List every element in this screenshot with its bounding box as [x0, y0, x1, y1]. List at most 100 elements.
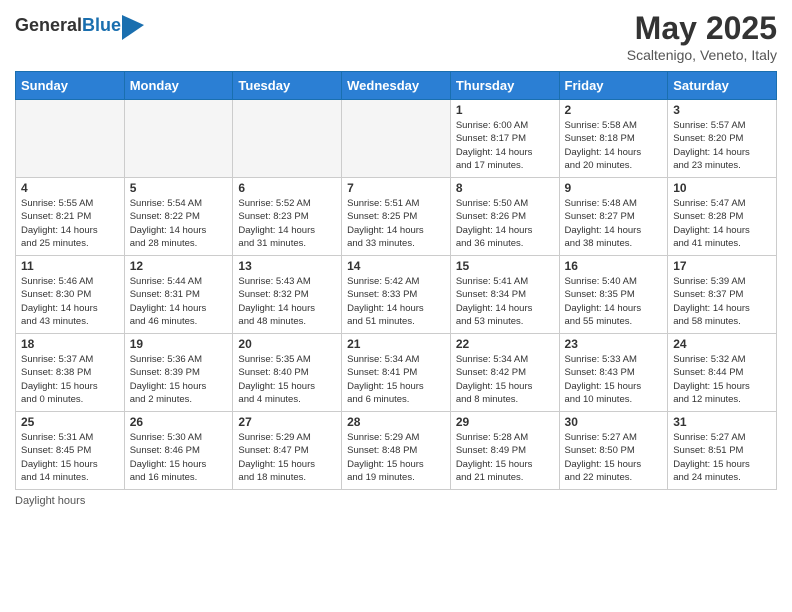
day-number: 4 [21, 181, 119, 195]
calendar-cell: 12 Sunrise: 5:44 AM Sunset: 8:31 PM Dayli… [124, 256, 233, 334]
day-number: 27 [238, 415, 336, 429]
day-number: 2 [565, 103, 663, 117]
day-number: 11 [21, 259, 119, 273]
day-info: Sunrise: 5:32 AM Sunset: 8:44 PM Dayligh… [673, 353, 771, 406]
day-number: 10 [673, 181, 771, 195]
day-info: Sunrise: 6:00 AM Sunset: 8:17 PM Dayligh… [456, 119, 554, 172]
day-info: Sunrise: 5:55 AM Sunset: 8:21 PM Dayligh… [21, 197, 119, 250]
week-row-4: 18 Sunrise: 5:37 AM Sunset: 8:38 PM Dayli… [16, 334, 777, 412]
day-info: Sunrise: 5:46 AM Sunset: 8:30 PM Dayligh… [21, 275, 119, 328]
day-number: 22 [456, 337, 554, 351]
calendar-cell: 11 Sunrise: 5:46 AM Sunset: 8:30 PM Dayli… [16, 256, 125, 334]
day-header-friday: Friday [559, 72, 668, 100]
day-info: Sunrise: 5:50 AM Sunset: 8:26 PM Dayligh… [456, 197, 554, 250]
calendar-cell: 25 Sunrise: 5:31 AM Sunset: 8:45 PM Dayli… [16, 412, 125, 490]
day-header-thursday: Thursday [450, 72, 559, 100]
day-info: Sunrise: 5:54 AM Sunset: 8:22 PM Dayligh… [130, 197, 228, 250]
calendar-cell [16, 100, 125, 178]
day-number: 29 [456, 415, 554, 429]
calendar-cell: 5Sunrise: 5:54 AM Sunset: 8:22 PM Daylig… [124, 178, 233, 256]
day-number: 24 [673, 337, 771, 351]
day-number: 3 [673, 103, 771, 117]
page-header: GeneralBlue May 2025 Scaltenigo, Veneto,… [15, 10, 777, 63]
day-number: 7 [347, 181, 445, 195]
day-info: Sunrise: 5:57 AM Sunset: 8:20 PM Dayligh… [673, 119, 771, 172]
calendar-cell: 15 Sunrise: 5:41 AM Sunset: 8:34 PM Dayli… [450, 256, 559, 334]
day-info: Sunrise: 5:47 AM Sunset: 8:28 PM Dayligh… [673, 197, 771, 250]
day-info: Sunrise: 5:29 AM Sunset: 8:47 PM Dayligh… [238, 431, 336, 484]
calendar-cell: 1 Sunrise: 6:00 AM Sunset: 8:17 PM Daylig… [450, 100, 559, 178]
week-row-3: 11 Sunrise: 5:46 AM Sunset: 8:30 PM Dayli… [16, 256, 777, 334]
day-info: Sunrise: 5:34 AM Sunset: 8:41 PM Dayligh… [347, 353, 445, 406]
day-info: Sunrise: 5:37 AM Sunset: 8:38 PM Dayligh… [21, 353, 119, 406]
day-number: 31 [673, 415, 771, 429]
day-info: Sunrise: 5:29 AM Sunset: 8:48 PM Dayligh… [347, 431, 445, 484]
day-info: Sunrise: 5:36 AM Sunset: 8:39 PM Dayligh… [130, 353, 228, 406]
calendar-cell: 17 Sunrise: 5:39 AM Sunset: 8:37 PM Dayli… [668, 256, 777, 334]
calendar-cell [342, 100, 451, 178]
location: Scaltenigo, Veneto, Italy [627, 47, 777, 63]
calendar-cell [124, 100, 233, 178]
day-info: Sunrise: 5:27 AM Sunset: 8:51 PM Dayligh… [673, 431, 771, 484]
day-info: Sunrise: 5:39 AM Sunset: 8:37 PM Dayligh… [673, 275, 771, 328]
day-info: Sunrise: 5:43 AM Sunset: 8:32 PM Dayligh… [238, 275, 336, 328]
calendar-cell: 4 Sunrise: 5:55 AM Sunset: 8:21 PM Daylig… [16, 178, 125, 256]
calendar-cell: 13 Sunrise: 5:43 AM Sunset: 8:32 PM Dayli… [233, 256, 342, 334]
day-info: Sunrise: 5:58 AM Sunset: 8:18 PM Dayligh… [565, 119, 663, 172]
day-header-tuesday: Tuesday [233, 72, 342, 100]
calendar-cell: 20Sunrise: 5:35 AM Sunset: 8:40 PM Dayli… [233, 334, 342, 412]
calendar-cell: 2 Sunrise: 5:58 AM Sunset: 8:18 PM Daylig… [559, 100, 668, 178]
day-info: Sunrise: 5:34 AM Sunset: 8:42 PM Dayligh… [456, 353, 554, 406]
calendar-cell: 7 Sunrise: 5:51 AM Sunset: 8:25 PM Daylig… [342, 178, 451, 256]
calendar-cell: 22 Sunrise: 5:34 AM Sunset: 8:42 PM Dayli… [450, 334, 559, 412]
week-row-2: 4 Sunrise: 5:55 AM Sunset: 8:21 PM Daylig… [16, 178, 777, 256]
day-number: 15 [456, 259, 554, 273]
day-info: Sunrise: 5:40 AM Sunset: 8:35 PM Dayligh… [565, 275, 663, 328]
day-header-monday: Monday [124, 72, 233, 100]
day-info: Sunrise: 5:31 AM Sunset: 8:45 PM Dayligh… [21, 431, 119, 484]
day-info: Sunrise: 5:41 AM Sunset: 8:34 PM Dayligh… [456, 275, 554, 328]
calendar-cell [233, 100, 342, 178]
calendar-cell: 16 Sunrise: 5:40 AM Sunset: 8:35 PM Dayli… [559, 256, 668, 334]
day-number: 25 [21, 415, 119, 429]
day-number: 17 [673, 259, 771, 273]
day-info: Sunrise: 5:51 AM Sunset: 8:25 PM Dayligh… [347, 197, 445, 250]
day-number: 12 [130, 259, 228, 273]
day-info: Sunrise: 5:42 AM Sunset: 8:33 PM Dayligh… [347, 275, 445, 328]
day-number: 14 [347, 259, 445, 273]
day-number: 16 [565, 259, 663, 273]
calendar-cell: 30 Sunrise: 5:27 AM Sunset: 8:50 PM Dayli… [559, 412, 668, 490]
day-number: 1 [456, 103, 554, 117]
calendar-cell: 19 Sunrise: 5:36 AM Sunset: 8:39 PM Dayli… [124, 334, 233, 412]
calendar-cell: 29 Sunrise: 5:28 AM Sunset: 8:49 PM Dayli… [450, 412, 559, 490]
day-info: Sunrise: 5:35 AM Sunset: 8:40 PM Dayligh… [238, 353, 336, 406]
week-row-1: 1 Sunrise: 6:00 AM Sunset: 8:17 PM Daylig… [16, 100, 777, 178]
day-number: 18 [21, 337, 119, 351]
day-number: 28 [347, 415, 445, 429]
day-info: Sunrise: 5:48 AM Sunset: 8:27 PM Dayligh… [565, 197, 663, 250]
header-row: SundayMondayTuesdayWednesdayThursdayFrid… [16, 72, 777, 100]
calendar-cell: 28 Sunrise: 5:29 AM Sunset: 8:48 PM Dayli… [342, 412, 451, 490]
day-number: 8 [456, 181, 554, 195]
day-info: Sunrise: 5:33 AM Sunset: 8:43 PM Dayligh… [565, 353, 663, 406]
calendar-cell: 18 Sunrise: 5:37 AM Sunset: 8:38 PM Dayli… [16, 334, 125, 412]
calendar-cell: 21 Sunrise: 5:34 AM Sunset: 8:41 PM Dayli… [342, 334, 451, 412]
day-number: 19 [130, 337, 228, 351]
logo: GeneralBlue [15, 10, 144, 40]
day-info: Sunrise: 5:28 AM Sunset: 8:49 PM Dayligh… [456, 431, 554, 484]
logo-general: GeneralBlue [15, 16, 121, 35]
calendar-cell: 31 Sunrise: 5:27 AM Sunset: 8:51 PM Dayli… [668, 412, 777, 490]
day-info: Sunrise: 5:27 AM Sunset: 8:50 PM Dayligh… [565, 431, 663, 484]
day-number: 30 [565, 415, 663, 429]
day-info: Sunrise: 5:30 AM Sunset: 8:46 PM Dayligh… [130, 431, 228, 484]
week-row-5: 25 Sunrise: 5:31 AM Sunset: 8:45 PM Dayli… [16, 412, 777, 490]
calendar-cell: 9Sunrise: 5:48 AM Sunset: 8:27 PM Daylig… [559, 178, 668, 256]
day-info: Sunrise: 5:44 AM Sunset: 8:31 PM Dayligh… [130, 275, 228, 328]
calendar-cell: 6Sunrise: 5:52 AM Sunset: 8:23 PM Daylig… [233, 178, 342, 256]
logo-icon [122, 10, 144, 40]
day-number: 13 [238, 259, 336, 273]
day-number: 21 [347, 337, 445, 351]
calendar-table: SundayMondayTuesdayWednesdayThursdayFrid… [15, 71, 777, 490]
calendar-cell: 10 Sunrise: 5:47 AM Sunset: 8:28 PM Dayli… [668, 178, 777, 256]
calendar-cell: 8 Sunrise: 5:50 AM Sunset: 8:26 PM Daylig… [450, 178, 559, 256]
